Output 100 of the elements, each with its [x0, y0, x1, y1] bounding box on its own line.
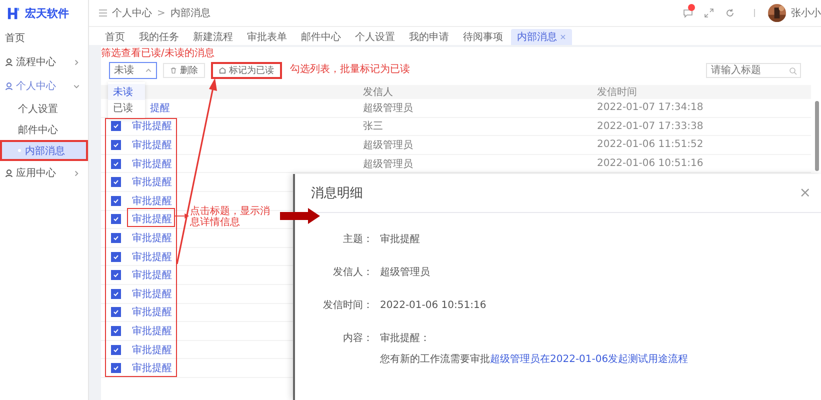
checkbox[interactable]	[111, 288, 121, 299]
filter-select[interactable]: 未读	[109, 62, 157, 78]
checkbox[interactable]	[111, 307, 121, 318]
message-title-link[interactable]: 审批提醒	[132, 214, 172, 226]
drawer-title: 消息明细	[311, 185, 363, 202]
message-icon[interactable]	[683, 8, 693, 18]
checkbox[interactable]	[111, 252, 121, 262]
field-value: 2022-01-06 10:51:16	[379, 299, 486, 312]
refresh-icon[interactable]	[725, 8, 735, 18]
column-header: 发信时间	[596, 86, 638, 99]
field-label: 发信时间：	[322, 299, 373, 312]
message-title-link[interactable]: 审批提醒	[132, 344, 172, 356]
breadcrumb-separator: >	[157, 8, 166, 18]
table-cell: 2022-01-07 17:34:18	[597, 102, 704, 114]
check-icon	[112, 346, 120, 354]
annotation-text: 勾选列表，批量标记为已读	[290, 64, 410, 76]
check-icon	[112, 290, 120, 298]
dropdown-option[interactable]: 未读	[108, 84, 145, 100]
check-icon	[112, 308, 120, 316]
brand-name: 宏天软件	[25, 6, 69, 20]
tab[interactable]: 我的申请	[403, 29, 455, 45]
tab[interactable]: 待阅事项	[457, 29, 509, 45]
checkbox[interactable]	[111, 121, 121, 132]
table-cell: 超级管理员	[363, 140, 413, 151]
checkbox[interactable]	[111, 140, 121, 150]
annotation-text: 筛选查看已读/未读的消息	[101, 48, 216, 60]
message-title-link[interactable]: 审批提醒	[132, 140, 172, 151]
chevron-icon	[73, 170, 80, 176]
message-title-link[interactable]: 审批提醒	[132, 307, 172, 318]
message-title-link[interactable]: 提醒	[150, 102, 170, 114]
table-cell: 2022-01-06 10:51:16	[597, 158, 704, 170]
chevron-icon	[73, 58, 80, 66]
message-title-link[interactable]: 审批提醒	[132, 326, 172, 337]
trash-icon	[170, 66, 177, 74]
tab[interactable]: 内部消息	[511, 29, 572, 45]
checkbox[interactable]	[111, 232, 121, 243]
table-cell: 张三	[363, 121, 383, 132]
column-header: 发信人	[362, 86, 394, 99]
tab[interactable]: 审批表单	[241, 29, 293, 45]
sidebar-item[interactable]: 应用中心	[0, 161, 88, 185]
check-icon	[112, 326, 120, 335]
dropdown-option[interactable]: 已读	[108, 100, 145, 116]
delete-button[interactable]: 删除	[163, 62, 205, 78]
chevron-icon	[145, 66, 152, 74]
message-title-link[interactable]: 审批提醒	[132, 196, 172, 207]
content-text: 您有新的工作流需要审批超级管理员在2022-01-06发起测试用途流程	[379, 353, 688, 366]
content-heading: 审批提醒：	[379, 332, 431, 345]
annotation-arrow	[280, 208, 320, 224]
checkbox[interactable]	[111, 344, 121, 355]
breadcrumb-item[interactable]: 内部消息	[170, 6, 210, 20]
field-value: 超级管理员	[379, 266, 430, 279]
check-icon	[112, 364, 120, 372]
field-value: 审批提醒	[379, 233, 420, 246]
mark-read-button[interactable]: 标记为已读	[211, 62, 282, 78]
checkbox[interactable]	[111, 158, 121, 169]
checkbox[interactable]	[111, 270, 121, 280]
message-title-link[interactable]: 审批提醒	[132, 121, 172, 132]
table-cell: 超级管理员	[363, 158, 413, 170]
checkbox[interactable]	[111, 196, 121, 206]
chevron-icon	[73, 82, 80, 90]
tab[interactable]: 我的任务	[133, 29, 185, 45]
search-field[interactable]: 请输入标题	[706, 62, 801, 78]
checkbox[interactable]	[111, 326, 121, 336]
process-link[interactable]: 超级管理员在2022-01-06发起测试用途流程	[490, 354, 688, 365]
annotation-text: 点击标题，显示消息详情信息	[190, 206, 271, 228]
message-title-link[interactable]: 审批提醒	[132, 252, 172, 263]
logo-icon	[7, 6, 20, 20]
message-title-link[interactable]: 审批提醒	[132, 177, 172, 188]
message-title-link[interactable]: 审批提醒	[132, 270, 172, 282]
sidebar-item[interactable]: 个人中心	[0, 74, 88, 98]
checkbox[interactable]	[111, 363, 121, 374]
check-icon	[112, 252, 120, 261]
fullscreen-icon[interactable]	[704, 8, 714, 18]
sidebar-subitem[interactable]: 邮件中心	[0, 119, 88, 140]
field-label: 发信人：	[332, 266, 373, 279]
user-name[interactable]: 张小小	[791, 6, 821, 20]
message-title-link[interactable]: 审批提醒	[132, 288, 172, 300]
tab[interactable]: 新建流程	[187, 29, 239, 45]
sidebar-subitem[interactable]: 内部消息	[0, 140, 88, 161]
message-title-link[interactable]: 审批提醒	[132, 158, 172, 170]
sidebar-item[interactable]: 流程中心	[0, 50, 88, 74]
table-cell: 2022-01-06 11:51:52	[597, 139, 704, 150]
sidebar-item[interactable]: 首页	[0, 26, 88, 50]
check-icon	[112, 140, 120, 149]
field-label: 主题：	[342, 233, 373, 246]
message-title-link[interactable]: 审批提醒	[132, 232, 172, 244]
tab[interactable]: 邮件中心	[295, 29, 347, 45]
scrollbar[interactable]	[815, 101, 819, 171]
table-cell: 超级管理员	[363, 102, 413, 114]
check-icon	[112, 234, 120, 242]
check-icon	[112, 178, 120, 186]
tab[interactable]: 首页	[99, 29, 131, 45]
tab[interactable]: 个人设置	[349, 29, 401, 45]
breadcrumb-item[interactable]: 个人中心	[112, 6, 152, 20]
check-icon	[112, 196, 120, 205]
sidebar-subitem[interactable]: 个人设置	[0, 98, 88, 119]
checkbox[interactable]	[111, 214, 121, 224]
message-title-link[interactable]: 审批提醒	[132, 363, 172, 374]
check-icon	[112, 215, 120, 224]
checkbox[interactable]	[111, 177, 121, 188]
